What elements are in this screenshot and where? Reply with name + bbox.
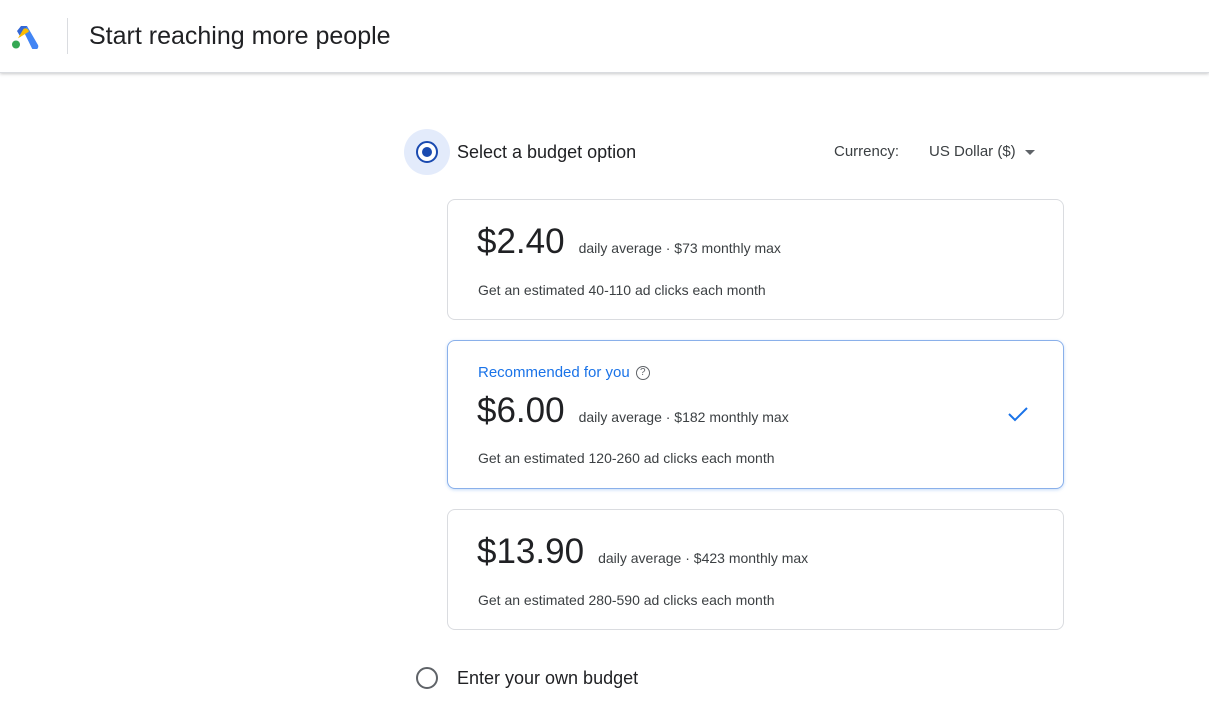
click-estimate: Get an estimated 120-260 ad clicks each … xyxy=(478,450,775,466)
checkmark-icon xyxy=(1008,407,1028,422)
top-app-bar: Start reaching more people xyxy=(0,0,1209,73)
budget-option-card-3[interactable]: $13.90 daily average · $423 monthly max … xyxy=(447,509,1064,630)
radio-dot xyxy=(422,147,432,157)
currency-dropdown[interactable]: US Dollar ($) xyxy=(929,142,1035,162)
daily-price: $6.00 xyxy=(477,391,565,430)
page-title: Start reaching more people xyxy=(89,22,391,50)
help-icon[interactable]: ? xyxy=(635,366,650,380)
dropdown-arrow-icon xyxy=(1024,149,1035,155)
recommended-text: Recommended for you xyxy=(478,364,630,381)
budget-option-card-1[interactable]: $2.40 daily average · $73 monthly max Ge… xyxy=(447,199,1064,320)
price-line: $6.00 daily average · $182 monthly max xyxy=(477,391,789,431)
price-meta: daily average · $423 monthly max xyxy=(598,550,809,566)
radio-unchecked-icon[interactable] xyxy=(416,667,438,689)
currency-value: US Dollar ($) xyxy=(929,143,1016,160)
recommended-label: Recommended for you ? xyxy=(478,363,650,383)
radio-checked-icon[interactable] xyxy=(416,141,438,163)
header-divider xyxy=(67,18,68,54)
price-line: $2.40 daily average · $73 monthly max xyxy=(477,222,781,262)
click-estimate: Get an estimated 280-590 ad clicks each … xyxy=(478,592,775,608)
enter-own-budget-label: Enter your own budget xyxy=(457,668,639,688)
budget-option-card-2[interactable]: Recommended for you ? $6.00 daily averag… xyxy=(447,340,1064,489)
select-budget-option-label: Select a budget option xyxy=(457,142,637,162)
daily-price: $2.40 xyxy=(477,222,565,261)
currency-label: Currency: xyxy=(834,143,900,160)
price-meta: daily average · $182 monthly max xyxy=(578,409,789,425)
daily-price: $13.90 xyxy=(477,532,585,571)
price-meta: daily average · $73 monthly max xyxy=(578,240,781,256)
click-estimate: Get an estimated 40-110 ad clicks each m… xyxy=(478,282,766,298)
price-line: $13.90 daily average · $423 monthly max xyxy=(477,532,808,572)
google-ads-logo-icon[interactable] xyxy=(11,23,41,49)
